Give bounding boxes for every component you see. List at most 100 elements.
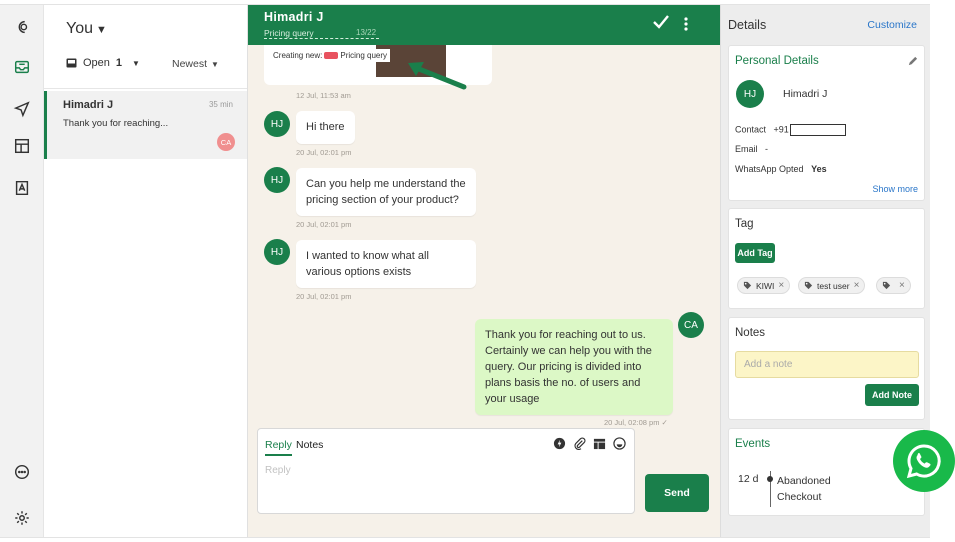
nav-rail bbox=[0, 5, 44, 537]
caret-down-icon: ▼ bbox=[132, 58, 140, 68]
layout-icon[interactable] bbox=[12, 136, 32, 156]
email-label: Email bbox=[735, 144, 758, 154]
chat-header: Himadri J Pricing query 13/22 bbox=[248, 5, 720, 45]
assignee-avatar: CA bbox=[217, 133, 235, 151]
outgoing-message: Thank you for reaching out to us. Certai… bbox=[475, 319, 673, 415]
contact-avatar: HJ bbox=[264, 111, 290, 137]
whatsapp-value: Yes bbox=[811, 164, 827, 174]
send-button[interactable]: Send bbox=[645, 474, 709, 512]
tag-color-icon bbox=[324, 52, 339, 59]
personal-details-card: Personal Details HJ Himadri J Contact +9… bbox=[728, 45, 925, 201]
message-text-line: Thank you for reaching out to us. bbox=[485, 329, 646, 341]
conversation-preview: Thank you for reaching... bbox=[63, 118, 169, 129]
template-icon[interactable] bbox=[593, 437, 606, 450]
whatsapp-row: WhatsApp Opted Yes bbox=[735, 164, 827, 174]
owner-selector[interactable]: You ▼ bbox=[66, 20, 107, 38]
whatsapp-logo-icon bbox=[906, 444, 941, 479]
inbox-icon[interactable] bbox=[12, 57, 32, 77]
conversation-contact-name: Himadri J bbox=[63, 99, 114, 111]
creating-tag-tooltip: Creating new: Pricing query bbox=[270, 49, 391, 62]
message-text-line: your usage bbox=[485, 393, 540, 405]
show-more-link[interactable]: Show more bbox=[872, 184, 918, 194]
tag-chip: × bbox=[876, 277, 911, 294]
status-filter-label: Open bbox=[83, 57, 110, 69]
delivered-check-icon: ✓ bbox=[661, 418, 668, 427]
incoming-message: Can you help me understand the pricing s… bbox=[296, 168, 476, 216]
customize-link[interactable]: Customize bbox=[867, 19, 917, 31]
message-timestamp: 20 Jul, 02:01 pm bbox=[296, 148, 352, 157]
incoming-message: Hi there bbox=[296, 111, 355, 144]
message-composer: Reply Notes Reply bbox=[257, 428, 635, 514]
tag-icon bbox=[804, 281, 813, 290]
inbox-tray-icon bbox=[66, 58, 77, 68]
message-text-line: plans basis the no. of users and bbox=[485, 377, 641, 389]
contact-row: Contact +91 bbox=[735, 124, 846, 136]
contact-value: +91 bbox=[773, 124, 789, 135]
message-text: Hi there bbox=[306, 121, 345, 133]
sort-label: Newest bbox=[172, 58, 208, 70]
chat-support-icon[interactable] bbox=[12, 462, 32, 482]
personal-details-title: Personal Details bbox=[735, 55, 819, 67]
incoming-message: I wanted to know what all various option… bbox=[296, 240, 476, 288]
contact-avatar: HJ bbox=[264, 167, 290, 193]
remove-tag-icon[interactable]: × bbox=[854, 280, 860, 291]
message-timestamp-text: 20 Jul, 02:08 pm bbox=[604, 418, 660, 427]
add-tag-button[interactable]: Add Tag bbox=[735, 243, 775, 263]
pointer-arrow-icon bbox=[408, 62, 467, 90]
quick-reply-icon[interactable] bbox=[553, 437, 566, 450]
templates-icon[interactable] bbox=[12, 178, 32, 198]
emoji-icon[interactable] bbox=[613, 437, 626, 450]
message-text-line: Can you help me understand the bbox=[306, 178, 466, 190]
remove-tag-icon[interactable]: × bbox=[899, 280, 905, 291]
tab-reply[interactable]: Reply bbox=[265, 439, 292, 456]
event-text-line: Checkout bbox=[777, 491, 822, 503]
contact-name: Himadri J bbox=[783, 88, 828, 100]
caret-down-icon: ▼ bbox=[211, 60, 219, 69]
app-window: You ▼ Open 1 ▼ Newest ▼ Himadri J 35 min T… bbox=[0, 4, 930, 538]
edit-pencil-icon[interactable] bbox=[907, 56, 918, 67]
page-indicator: 13/22 bbox=[356, 28, 377, 37]
tag-chip-label: test user bbox=[817, 280, 850, 291]
agent-avatar: CA bbox=[678, 312, 704, 338]
send-campaign-icon[interactable] bbox=[12, 99, 32, 119]
more-options-icon[interactable] bbox=[684, 17, 688, 31]
sort-selector[interactable]: Newest ▼ bbox=[172, 58, 219, 70]
message-text-line: I wanted to know what all bbox=[306, 250, 429, 262]
resolve-check-icon[interactable] bbox=[652, 14, 670, 30]
tooltip-prefix: Creating new: bbox=[273, 51, 323, 60]
tag-chip: test user × bbox=[798, 277, 866, 294]
attachment-icon[interactable] bbox=[573, 437, 586, 450]
brand-logo-icon[interactable] bbox=[12, 17, 32, 37]
remove-tag-icon[interactable]: × bbox=[778, 280, 784, 291]
conversation-time: 35 min bbox=[208, 100, 233, 109]
message-timestamp: 20 Jul, 02:08 pm ✓ bbox=[604, 418, 668, 427]
whatsapp-icon[interactable] bbox=[893, 430, 955, 492]
tag-chip: KIWI × bbox=[737, 277, 791, 294]
phone-redacted-box bbox=[789, 124, 846, 136]
notes-title: Notes bbox=[735, 327, 766, 339]
email-value: - bbox=[765, 144, 769, 154]
message-text-line: query. Our pricing is divided into bbox=[485, 361, 642, 373]
details-title: Details bbox=[728, 18, 767, 32]
email-row: Email - bbox=[735, 144, 768, 154]
tag-chip-label: KIWI bbox=[756, 280, 775, 291]
settings-icon[interactable] bbox=[12, 508, 32, 528]
message-timestamp: 12 Jul, 11:53 am bbox=[296, 91, 351, 100]
message-text-line: pricing section of your product? bbox=[306, 194, 459, 206]
reply-input[interactable]: Reply bbox=[265, 465, 291, 476]
tag-title: Tag bbox=[735, 218, 754, 230]
conversation-list-item[interactable]: Himadri J 35 min Thank you for reaching.… bbox=[44, 91, 247, 159]
contact-avatar: HJ bbox=[264, 239, 290, 265]
tab-notes[interactable]: Notes bbox=[296, 439, 323, 451]
tag-icon bbox=[882, 281, 891, 290]
conversation-list: You ▼ Open 1 ▼ Newest ▼ Himadri J 35 min T… bbox=[44, 5, 248, 537]
event-item[interactable]: Abandoned Checkout bbox=[777, 473, 852, 505]
chat-contact-name: Himadri J bbox=[264, 10, 324, 24]
events-title: Events bbox=[735, 438, 771, 450]
status-filter[interactable]: Open 1 ▼ bbox=[66, 57, 140, 69]
note-input[interactable]: Add a note bbox=[735, 351, 919, 378]
owner-label: You bbox=[66, 20, 93, 37]
composer-toolbar bbox=[553, 437, 626, 450]
message-text-line: Certainly we can help you with the bbox=[485, 345, 652, 357]
add-note-button[interactable]: Add Note bbox=[865, 384, 919, 406]
